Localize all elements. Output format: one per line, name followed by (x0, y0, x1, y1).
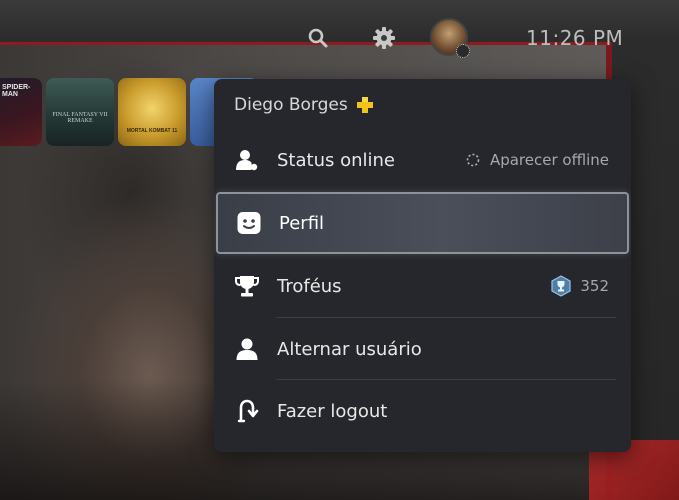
menu-item-logout[interactable]: Fazer logout (214, 380, 631, 442)
offline-ring-icon (466, 153, 480, 167)
trophy-level-badge-icon (550, 275, 572, 297)
menu-item-profile[interactable]: Perfil (216, 192, 629, 254)
trophy-level: 352 (550, 275, 609, 297)
gear-icon[interactable] (370, 24, 398, 52)
avatar-status-icon (456, 44, 470, 58)
clock: 11:26 PM (526, 26, 624, 50)
top-bar: 11:26 PM (0, 0, 679, 78)
tile-label: MORTAL KOMBAT 11 (126, 128, 178, 134)
menu-header: Diego Borges (234, 93, 374, 117)
menu-item-label: Alternar usuário (277, 338, 422, 360)
menu-item-status-online[interactable]: Status online Aparecer offline (214, 129, 631, 191)
menu-item-switch-user[interactable]: Alternar usuário (214, 318, 631, 380)
logout-icon (234, 398, 260, 424)
menu-item-label: Status online (277, 149, 395, 171)
appear-offline-option[interactable]: Aparecer offline (466, 151, 609, 169)
trophy-level-value: 352 (580, 277, 609, 295)
menu-item-label: Fazer logout (277, 400, 388, 422)
profile-menu: Diego Borges Status online Aparecer offl… (214, 79, 631, 452)
tile-label: FINAL FANTASY VII REMAKE (52, 112, 108, 124)
game-tile[interactable]: FINAL FANTASY VII REMAKE (46, 78, 114, 146)
menu-item-label: Perfil (279, 212, 325, 234)
menu-item-label: Troféus (277, 275, 342, 297)
username: Diego Borges (234, 95, 348, 115)
trophy-icon (234, 273, 260, 299)
game-tile[interactable]: MORTAL KOMBAT 11 (118, 78, 186, 146)
search-icon[interactable] (304, 24, 332, 52)
user-status-icon (234, 147, 260, 173)
appear-offline-label: Aparecer offline (489, 151, 609, 169)
profile-face-icon (236, 210, 262, 236)
user-icon (234, 336, 260, 362)
tile-label: SPIDER-MAN (2, 84, 31, 98)
menu-item-trophies[interactable]: Troféus 352 (214, 255, 631, 317)
ps-plus-icon (356, 96, 374, 114)
game-tile[interactable]: SPIDER-MAN (0, 78, 42, 146)
